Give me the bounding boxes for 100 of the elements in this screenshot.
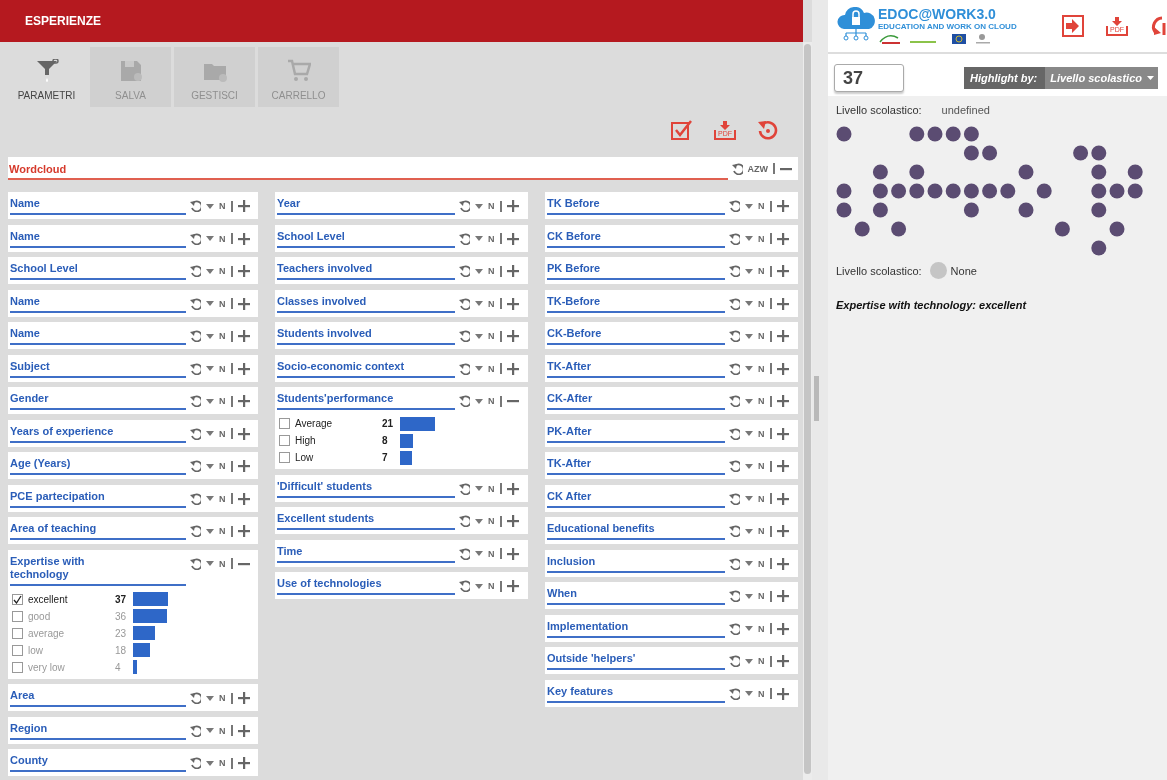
- facet-label[interactable]: Low: [295, 452, 382, 463]
- caret-icon[interactable]: [745, 496, 753, 501]
- sort-button[interactable]: N: [758, 688, 765, 699]
- caret-icon[interactable]: [206, 463, 214, 469]
- filter-title[interactable]: TK Before: [547, 195, 725, 215]
- sort-button[interactable]: N: [488, 581, 495, 591]
- reset-icon[interactable]: [729, 297, 740, 310]
- dot[interactable]: [1073, 145, 1089, 161]
- dot[interactable]: [945, 183, 961, 199]
- reset-icon[interactable]: [190, 427, 201, 440]
- sort-button[interactable]: N: [758, 331, 765, 341]
- caret-icon[interactable]: [745, 431, 753, 436]
- caret-icon[interactable]: [206, 695, 214, 701]
- expand-icon[interactable]: [237, 525, 250, 537]
- reset-icon[interactable]: [190, 525, 201, 537]
- checkbox[interactable]: [279, 418, 290, 429]
- sort-button[interactable]: N: [488, 266, 495, 276]
- sync-icon[interactable]: [1150, 15, 1167, 37]
- caret-icon[interactable]: [206, 398, 214, 404]
- reset-icon[interactable]: [729, 687, 740, 700]
- filter-title[interactable]: Subject: [10, 357, 186, 378]
- dot[interactable]: [1109, 183, 1125, 199]
- expand-icon[interactable]: [506, 232, 519, 245]
- dot[interactable]: [854, 221, 870, 237]
- expand-icon[interactable]: [506, 297, 519, 310]
- reset-icon[interactable]: [459, 200, 470, 212]
- expand-icon[interactable]: [237, 200, 250, 212]
- expand-icon[interactable]: [776, 265, 789, 277]
- caret-icon[interactable]: [745, 236, 753, 241]
- filter-title[interactable]: Gender: [10, 390, 186, 410]
- filter-title[interactable]: Time: [277, 542, 455, 563]
- caret-icon[interactable]: [475, 236, 483, 241]
- caret-icon[interactable]: [475, 333, 483, 339]
- dot[interactable]: [836, 183, 852, 199]
- dot[interactable]: [1127, 183, 1143, 199]
- expand-icon[interactable]: [237, 757, 250, 769]
- dot[interactable]: [945, 126, 961, 142]
- reset-icon[interactable]: [190, 757, 201, 769]
- filter-title[interactable]: Region: [10, 719, 186, 740]
- reset-icon[interactable]: [190, 557, 201, 570]
- caret-icon[interactable]: [745, 626, 753, 631]
- checkbox[interactable]: [12, 644, 23, 656]
- caret-icon[interactable]: [206, 333, 214, 339]
- filter-title[interactable]: Years of experience: [10, 422, 186, 443]
- dot[interactable]: [891, 221, 907, 237]
- sort-button[interactable]: N: [219, 558, 226, 569]
- filter-title[interactable]: Name: [10, 325, 186, 345]
- sort-button[interactable]: N: [219, 526, 226, 536]
- sort-button[interactable]: N: [219, 493, 226, 504]
- dot[interactable]: [1109, 221, 1125, 237]
- dot[interactable]: [1036, 183, 1052, 199]
- caret-icon[interactable]: [475, 518, 483, 524]
- filter-title[interactable]: Students involved: [277, 325, 455, 345]
- reset-icon[interactable]: [190, 692, 201, 704]
- sort-button[interactable]: N: [219, 428, 226, 439]
- dot[interactable]: [1127, 164, 1143, 180]
- facet-label[interactable]: excellent: [28, 593, 115, 605]
- caret-icon[interactable]: [475, 203, 483, 209]
- expand-icon[interactable]: [776, 200, 789, 212]
- expand-icon[interactable]: [776, 395, 789, 407]
- dot[interactable]: [872, 202, 888, 218]
- sort-button[interactable]: AZW: [747, 163, 768, 174]
- dot[interactable]: [891, 183, 907, 199]
- expand-icon[interactable]: [776, 687, 789, 700]
- filter-title[interactable]: Use of technologies: [277, 575, 455, 595]
- filter-title[interactable]: CK Before: [547, 227, 725, 248]
- count-field[interactable]: 37: [834, 64, 904, 92]
- caret-icon[interactable]: [745, 691, 753, 696]
- filter-title[interactable]: CK-After: [547, 390, 725, 410]
- reset-icon[interactable]: [459, 395, 470, 407]
- expand-icon[interactable]: [776, 232, 789, 245]
- reset-icon[interactable]: [459, 515, 470, 527]
- sort-button[interactable]: N: [219, 331, 226, 341]
- checkbox[interactable]: [279, 452, 290, 463]
- panel-title[interactable]: Wordcloud: [8, 159, 728, 180]
- sort-button[interactable]: N: [758, 656, 765, 666]
- checkbox[interactable]: [12, 593, 23, 605]
- reset-icon[interactable]: [729, 622, 740, 635]
- reset-icon[interactable]: [729, 590, 740, 602]
- filter-title[interactable]: Expertise with technology: [10, 552, 186, 586]
- dot[interactable]: [927, 183, 943, 199]
- dot[interactable]: [982, 183, 998, 199]
- expand-icon[interactable]: [237, 265, 250, 277]
- reset-icon[interactable]: [729, 362, 740, 375]
- sort-button[interactable]: N: [219, 298, 226, 309]
- expand-icon[interactable]: [237, 330, 250, 342]
- caret-icon[interactable]: [206, 728, 214, 733]
- filter-title[interactable]: PK-After: [547, 422, 725, 443]
- reset-icon[interactable]: [459, 580, 470, 592]
- filter-title[interactable]: When: [547, 585, 725, 605]
- sort-button[interactable]: N: [488, 363, 495, 374]
- reset-icon[interactable]: [190, 460, 201, 472]
- dot[interactable]: [1091, 240, 1107, 256]
- sort-button[interactable]: N: [488, 516, 495, 526]
- filter-title[interactable]: School Level: [10, 260, 186, 280]
- sort-button[interactable]: N: [219, 461, 226, 471]
- dot[interactable]: [909, 126, 925, 142]
- reset-icon[interactable]: [190, 297, 201, 310]
- sort-button[interactable]: N: [488, 548, 495, 559]
- reset-icon[interactable]: [190, 395, 201, 407]
